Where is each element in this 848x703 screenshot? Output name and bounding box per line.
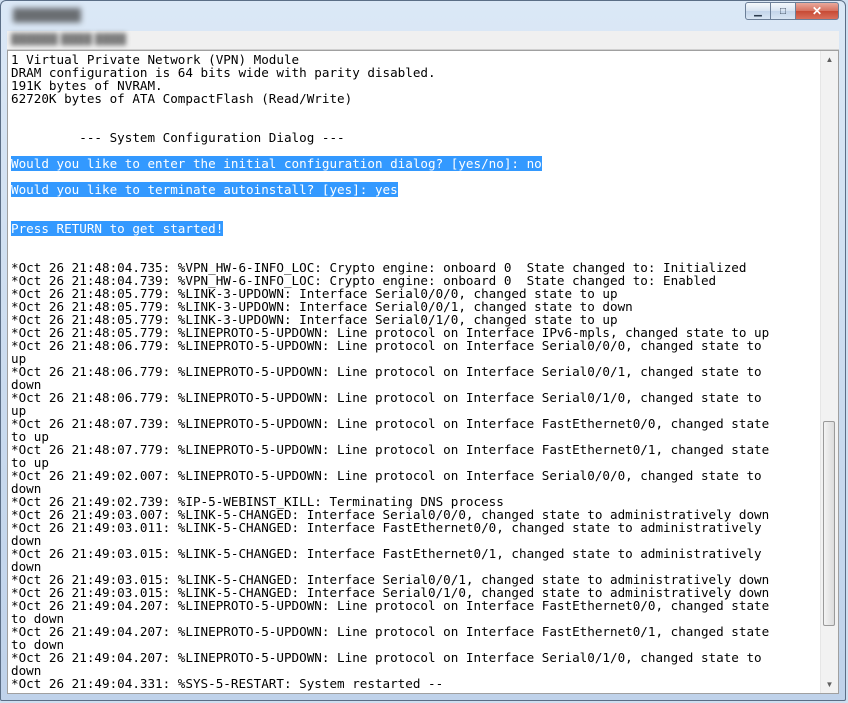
maximize-icon: □ [779,5,787,17]
console-line: 62720K bytes of ATA CompactFlash (Read/W… [11,92,821,105]
console-line: *Oct 26 21:48:07.739: %LINEPROTO-5-UPDOW… [11,417,821,430]
console-line-selected-text: Would you like to enter the initial conf… [11,156,542,171]
console-line-text: *Oct 26 21:49:04.207: %LINEPROTO-5-UPDOW… [11,598,770,613]
window-controls: ▁ □ ✕ [745,2,839,20]
console-line: *Oct 26 21:49:04.331: %SYS-5-RESTART: Sy… [11,677,821,690]
console-line: --- System Configuration Dialog --- [11,131,821,144]
console-line: Would you like to enter the initial conf… [11,156,821,171]
close-button[interactable]: ✕ [795,2,839,20]
console-line: *Oct 26 21:48:06.779: %LINEPROTO-5-UPDOW… [11,339,821,352]
console-output[interactable]: 1 Virtual Private Network (VPN) Module DR… [11,53,821,690]
console-line-text: *Oct 26 21:48:06.779: %LINEPROTO-5-UPDOW… [11,390,762,405]
vertical-scrollbar[interactable]: ▲ ▼ [820,51,838,693]
scroll-thumb[interactable] [823,421,835,626]
scroll-up-icon: ▲ [825,55,834,64]
close-icon: ✕ [811,4,823,18]
console-line: *Oct 26 21:48:07.779: %LINEPROTO-5-UPDOW… [11,443,821,456]
title-bar[interactable]: ████████ ▁ □ ✕ [1,1,845,31]
console-line: *Oct 26 21:48:06.779: %LINEPROTO-5-UPDOW… [11,391,821,404]
console-line: *Oct 26 21:49:04.207: %LINEPROTO-5-UPDOW… [11,651,821,664]
console-line: *Oct 26 21:49:03.015: %LINK-5-CHANGED: I… [11,547,821,560]
terminal-window: ████████ ▁ □ ✕ ██████ ████ ████ 1 Virtua… [0,0,846,701]
console-line: *Oct 26 21:49:02.007: %LINEPROTO-5-UPDOW… [11,469,821,482]
minimize-icon: ▁ [754,5,762,17]
menu-text[interactable]: ██████ ████ ████ [11,33,161,46]
console-line: Press RETURN to get started! [11,221,821,236]
console-line-text: --- System Configuration Dialog --- [11,130,345,145]
minimize-button[interactable]: ▁ [745,2,771,20]
console-line: Would you like to terminate autoinstall?… [11,182,821,197]
console-line-text: *Oct 26 21:48:06.779: %LINEPROTO-5-UPDOW… [11,364,762,379]
console-area[interactable]: 1 Virtual Private Network (VPN) Module DR… [7,50,839,694]
console-line-text: *Oct 26 21:49:02.007: %LINEPROTO-5-UPDOW… [11,468,762,483]
console-line: *Oct 26 21:49:03.011: %LINK-5-CHANGED: I… [11,521,821,534]
console-line-text: *Oct 26 21:49:03.015: %LINK-5-CHANGED: I… [11,546,762,561]
scroll-down-button[interactable]: ▼ [821,676,838,693]
console-line-text: *Oct 26 21:49:04.331: %SYS-5-RESTART: Sy… [11,676,444,691]
menu-bar[interactable]: ██████ ████ ████ [7,31,839,50]
console-line-selected-text: Press RETURN to get started! [11,221,224,236]
console-line-text: 62720K bytes of ATA CompactFlash (Read/W… [11,91,353,106]
console-line-text: *Oct 26 21:48:06.779: %LINEPROTO-5-UPDOW… [11,338,762,353]
scroll-down-icon: ▼ [825,680,834,689]
maximize-button[interactable]: □ [770,2,796,20]
window-title: ████████ [13,8,82,22]
console-line: *Oct 26 21:49:04.207: %LINEPROTO-5-UPDOW… [11,625,821,638]
console-line: *Oct 26 21:49:04.207: %LINEPROTO-5-UPDOW… [11,599,821,612]
console-line-text: *Oct 26 21:48:07.739: %LINEPROTO-5-UPDOW… [11,416,770,431]
console-line-text: *Oct 26 21:49:04.207: %LINEPROTO-5-UPDOW… [11,650,762,665]
console-line-text: *Oct 26 21:48:07.779: %LINEPROTO-5-UPDOW… [11,442,770,457]
console-line-selected-text: Would you like to terminate autoinstall?… [11,182,398,197]
console-line: *Oct 26 21:48:06.779: %LINEPROTO-5-UPDOW… [11,365,821,378]
console-line-text: *Oct 26 21:49:03.011: %LINK-5-CHANGED: I… [11,520,762,535]
scroll-up-button[interactable]: ▲ [821,51,838,68]
console-line-text: *Oct 26 21:49:04.207: %LINEPROTO-5-UPDOW… [11,624,770,639]
